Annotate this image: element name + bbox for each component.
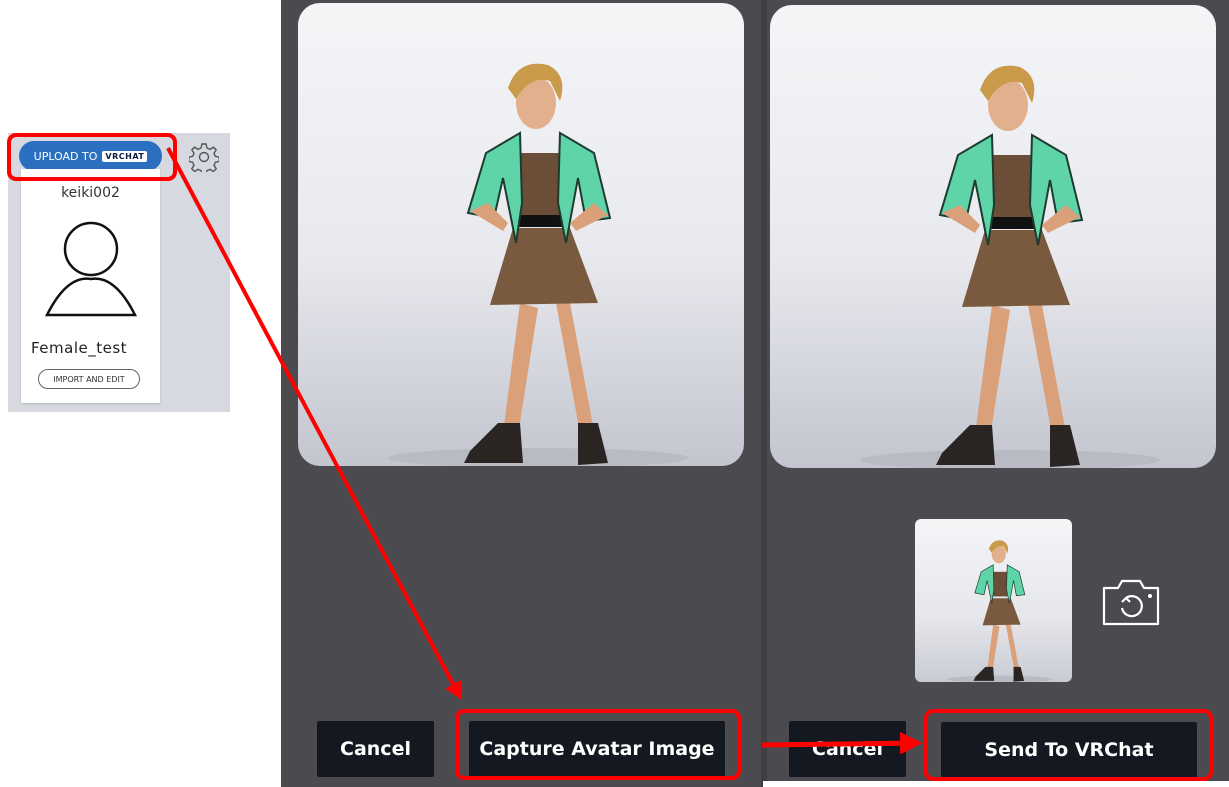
- upload-highlight-box: [7, 133, 177, 181]
- user-avatar-icon: [44, 221, 138, 317]
- screen-divider: [761, 0, 767, 787]
- gear-icon[interactable]: [189, 142, 219, 172]
- capture-highlight-box: [455, 709, 741, 780]
- avatar-card: keiki002 Female_test IMPORT AND EDIT: [21, 169, 160, 403]
- camera-retake-icon[interactable]: [1100, 576, 1162, 628]
- avatar-figure: [946, 540, 1053, 682]
- avatar-name: Female_test: [31, 339, 128, 357]
- avatar-figure: [860, 65, 1160, 468]
- avatar-preview-left: [298, 3, 744, 466]
- cancel-button[interactable]: Cancel: [317, 721, 434, 777]
- import-and-edit-button[interactable]: IMPORT AND EDIT: [38, 369, 140, 389]
- username: keiki002: [61, 185, 120, 201]
- bottom-edge: [763, 781, 1229, 787]
- avatar-preview-right: [770, 5, 1216, 468]
- cancel-button[interactable]: Cancel: [789, 721, 906, 777]
- send-highlight-box: [924, 709, 1213, 781]
- captured-image-thumbnail: [915, 519, 1072, 682]
- avatar-figure: [388, 63, 688, 466]
